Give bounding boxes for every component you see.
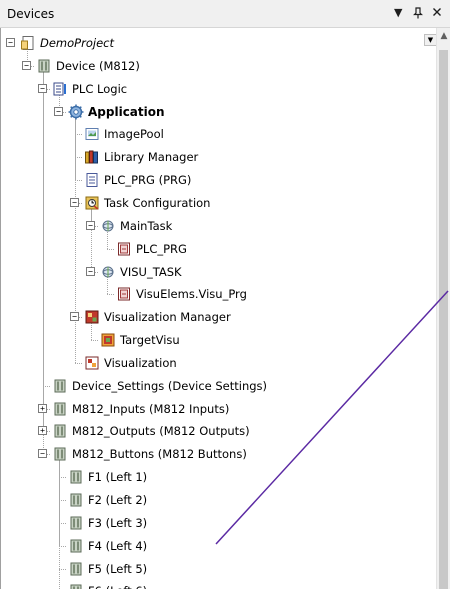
device-icon (68, 492, 84, 508)
tree-item-label: F6 (Left 6) (88, 584, 147, 589)
tree-item[interactable]: − Task Configuration (1, 192, 421, 214)
tree-item-label: F4 (Left 4) (88, 538, 148, 553)
tree-item-label: ImagePool (104, 127, 164, 142)
device-icon (36, 58, 52, 74)
tree-item[interactable]: Device_Settings (Device Settings) (1, 375, 421, 397)
devices-panel-titlebar: Devices ▼ (0, 0, 450, 28)
tree-item[interactable]: − PLC Logic (1, 78, 421, 100)
visualization-icon (84, 355, 100, 371)
panel-title: Devices (7, 7, 55, 21)
tree-item-label: Visualization (104, 355, 177, 370)
tree-item-label: Device (M812) (56, 58, 140, 73)
tree-item-label: PLC_PRG (136, 241, 187, 256)
collapse-minus-icon[interactable]: − (38, 83, 47, 93)
program-page-icon (84, 172, 100, 188)
tree-item[interactable]: TargetVisu (1, 329, 421, 351)
tree-item-label: Device_Settings (Device Settings) (72, 378, 268, 393)
devices-tree-panel: − DemoProject − Device (M812) − PLC Logic − App… (0, 28, 450, 589)
tree-item-label: PLC Logic (72, 81, 128, 96)
tree-item-label: F2 (Left 2) (88, 493, 148, 507)
tree-item-label: DemoProject (40, 36, 114, 50)
tree-item-label: Application (88, 104, 165, 119)
tree-item[interactable]: Library Manager (1, 146, 421, 168)
imagepool-icon (84, 126, 100, 142)
library-books-icon (84, 149, 100, 165)
task-icon (100, 218, 116, 234)
tree-item[interactable]: − DemoProject (1, 32, 421, 54)
tree-item-label: F5 (Left 5) (88, 561, 148, 576)
collapse-minus-icon[interactable]: − (54, 106, 63, 116)
panel-menu-dropdown-icon[interactable]: ▼ (394, 7, 402, 19)
tree-item[interactable]: F1 (Left 1) (1, 466, 421, 488)
expand-plus-icon[interactable]: + (38, 426, 47, 436)
collapse-minus-icon[interactable]: − (38, 449, 47, 459)
collapse-minus-icon[interactable]: − (6, 38, 15, 47)
tree-item[interactable]: − VISU_TASK (1, 261, 421, 283)
tree-item[interactable]: + M812_Inputs (M812 Inputs) (1, 398, 421, 420)
task-config-icon (84, 195, 100, 211)
application-gear-icon (68, 104, 84, 120)
collapse-minus-icon[interactable]: − (86, 266, 95, 276)
expand-plus-icon[interactable]: + (38, 403, 47, 413)
device-icon (52, 401, 68, 417)
tree-item-label: F3 (Left 3) (88, 515, 148, 530)
task-call-icon (116, 241, 132, 257)
tree-item-label: Task Configuration (104, 195, 211, 210)
tree-item[interactable]: F5 (Left 5) (1, 558, 421, 580)
tree-item[interactable]: − Visualization Manager (1, 306, 421, 328)
tree-item-label: VisuElems.Visu_Prg (136, 287, 247, 302)
tree-item[interactable]: − Device (M812) (1, 55, 421, 77)
collapse-minus-icon[interactable]: − (22, 60, 31, 70)
tree-item-label: PLC_PRG (PRG) (104, 173, 192, 188)
device-icon (52, 423, 68, 439)
tree-item[interactable]: PLC_PRG (PRG) (1, 169, 421, 191)
tree-item-label: MainTask (120, 218, 173, 233)
tree-item-label: TargetVisu (120, 333, 180, 348)
device-icon (52, 378, 68, 394)
tree-item-label: VISU_TASK (120, 264, 182, 279)
tree-item[interactable]: PLC_PRG (1, 238, 421, 260)
device-icon (68, 515, 84, 531)
tree-item[interactable]: − Application (1, 101, 421, 123)
pin-icon[interactable] (413, 7, 423, 22)
collapse-minus-icon[interactable]: − (86, 220, 95, 230)
plc-logic-icon (52, 81, 68, 97)
tree-item-label: M812_Outputs (M812 Outputs) (72, 424, 250, 439)
tree-item[interactable]: F2 (Left 2) (1, 489, 421, 511)
tree-item[interactable]: VisuElems.Visu_Prg (1, 283, 421, 305)
tree-item[interactable]: − M812_Buttons (M812 Buttons) (1, 443, 421, 465)
visu-manager-icon (84, 309, 100, 325)
vertical-scrollbar[interactable]: ▲ (436, 28, 450, 589)
tree-item[interactable]: − MainTask (1, 215, 421, 237)
tree-item-label: M812_Inputs (M812 Inputs) (72, 401, 230, 416)
tree-item[interactable]: F6 (Left 6) (1, 580, 421, 589)
tree-item[interactable]: F3 (Left 3) (1, 512, 421, 534)
tree-item-label: Visualization Manager (104, 310, 231, 325)
scroll-thumb[interactable] (439, 50, 448, 589)
close-icon[interactable] (432, 7, 442, 20)
device-tree: − DemoProject − Device (M812) − PLC Logic − App… (1, 28, 437, 589)
device-icon (68, 538, 84, 554)
target-visu-icon (100, 332, 116, 348)
collapse-minus-icon[interactable]: − (70, 312, 79, 322)
tree-item[interactable]: F4 (Left 4) (1, 535, 421, 557)
device-icon (68, 583, 84, 589)
tree-item-label: Library Manager (104, 150, 199, 165)
tree-item-label: F1 (Left 1) (88, 470, 148, 485)
task-call-icon (116, 286, 132, 302)
device-icon (68, 469, 84, 485)
project-icon (20, 35, 36, 51)
collapse-minus-icon[interactable]: − (70, 197, 79, 207)
tree-item-label: M812_Buttons (M812 Buttons) (72, 447, 247, 462)
tree-item[interactable]: ImagePool (1, 123, 421, 145)
tree-item[interactable]: Visualization (1, 352, 421, 374)
scroll-up-arrow-icon[interactable]: ▲ (437, 28, 450, 45)
device-icon (52, 446, 68, 462)
task-icon (100, 264, 116, 280)
device-icon (68, 561, 84, 577)
tree-item[interactable]: + M812_Outputs (M812 Outputs) (1, 420, 421, 442)
